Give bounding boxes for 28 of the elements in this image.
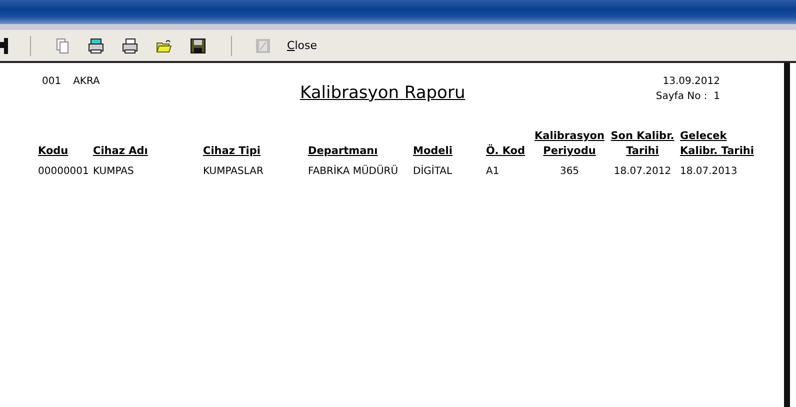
column-header: Gelecek Kalibr. Tarihi (679, 129, 756, 159)
table-cell-text: 18.07.2012 (612, 165, 672, 177)
table-cell-text: 18.07.2013 (679, 165, 738, 177)
printer-icon (88, 38, 104, 54)
column-header: Kodu (37, 144, 70, 159)
table-cell-text: 365 (558, 165, 580, 177)
printer-icon (122, 38, 138, 54)
column-header: Departmanı (307, 144, 379, 159)
table-cell-text: FABRİKA MÜDÜRÜ (307, 164, 400, 177)
report-date: 13.09.2012 (662, 76, 720, 87)
folder-icon (156, 38, 172, 54)
column-header: Modeli (412, 144, 454, 159)
table-cell-text: KUMPAS (92, 165, 135, 177)
table-cell-text: A1 (485, 165, 500, 177)
column-header: Cihaz Tipi (202, 144, 262, 159)
table-cell-text: 00000001 (37, 165, 90, 177)
pages-icon (54, 38, 70, 54)
column-header: Ö. Kod (485, 143, 526, 159)
page-number: Sayfa No : 1 (656, 91, 720, 102)
column-header: Cihaz Adı (92, 144, 149, 159)
table-cell-text: KUMPASLAR (202, 165, 264, 177)
close-button[interactable]: Close (284, 37, 320, 54)
company-name: AKRA (73, 76, 100, 89)
document-icon (255, 38, 271, 54)
column-header: Kalibrasyon Periyodu (534, 129, 606, 159)
column-header: Son Kalibr. Tarihi (610, 129, 676, 159)
table-cell-text: DİGİTAL (412, 164, 454, 177)
company-code: 001 (42, 76, 62, 89)
